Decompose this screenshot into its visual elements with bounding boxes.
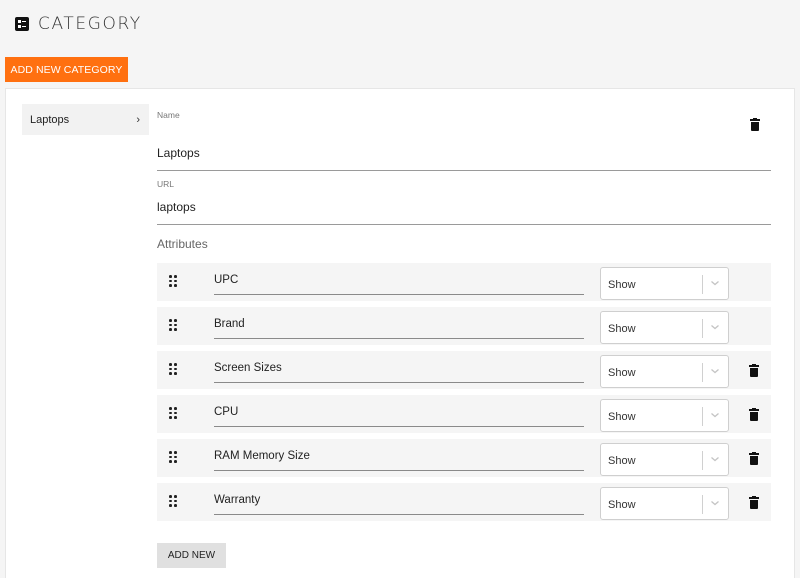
drag-handle-icon[interactable]	[169, 451, 177, 463]
attribute-row: Show	[157, 307, 771, 345]
chevron-down-icon	[711, 369, 719, 374]
delete-attribute-icon[interactable]	[749, 408, 759, 421]
attribute-name-field[interactable]	[214, 263, 584, 295]
drag-handle-icon[interactable]	[169, 275, 177, 287]
attribute-name-field[interactable]	[214, 483, 584, 515]
visibility-value: Show	[608, 455, 636, 467]
attribute-name-field[interactable]	[214, 351, 584, 383]
add-new-attribute-button[interactable]: ADD NEW	[157, 543, 226, 568]
select-divider	[702, 495, 703, 514]
delete-attribute-icon[interactable]	[749, 364, 759, 377]
chevron-down-icon	[711, 325, 719, 330]
attribute-row: Show	[157, 395, 771, 433]
category-list: Laptops ›	[22, 104, 149, 135]
category-panel: Laptops › Name URL Attributes Show Show Sh…	[5, 88, 795, 578]
visibility-select[interactable]: Show	[600, 487, 729, 520]
add-new-category-button[interactable]: ADD NEW CATEGORY	[5, 57, 128, 82]
name-field[interactable]	[157, 146, 771, 171]
delete-attribute-icon[interactable]	[749, 496, 759, 509]
attribute-row: Show	[157, 351, 771, 389]
category-item-laptops[interactable]: Laptops ›	[22, 104, 149, 135]
select-divider	[702, 363, 703, 382]
page-header: CATEGORY	[15, 14, 142, 34]
name-label: Name	[157, 110, 180, 120]
visibility-value: Show	[608, 499, 636, 511]
attribute-name-field[interactable]	[214, 395, 584, 427]
visibility-select[interactable]: Show	[600, 443, 729, 476]
page-title: CATEGORY	[38, 14, 142, 34]
select-divider	[702, 275, 703, 294]
attribute-row: Show	[157, 483, 771, 521]
chevron-down-icon	[711, 281, 719, 286]
drag-handle-icon[interactable]	[169, 495, 177, 507]
select-divider	[702, 319, 703, 338]
visibility-value: Show	[608, 323, 636, 335]
visibility-select[interactable]: Show	[600, 355, 729, 388]
select-divider	[702, 407, 703, 426]
drag-handle-icon[interactable]	[169, 407, 177, 419]
attribute-row: Show	[157, 263, 771, 301]
attributes-heading: Attributes	[157, 237, 208, 251]
category-list-icon	[15, 17, 29, 31]
delete-category-icon[interactable]	[750, 118, 760, 131]
visibility-value: Show	[608, 411, 636, 423]
chevron-down-icon	[711, 457, 719, 462]
url-field[interactable]	[157, 200, 771, 225]
attribute-name-field[interactable]	[214, 439, 584, 471]
delete-attribute-icon[interactable]	[749, 452, 759, 465]
visibility-select[interactable]: Show	[600, 267, 729, 300]
visibility-select[interactable]: Show	[600, 399, 729, 432]
visibility-value: Show	[608, 279, 636, 291]
category-item-label: Laptops	[30, 113, 70, 126]
attribute-row: Show	[157, 439, 771, 477]
visibility-select[interactable]: Show	[600, 311, 729, 344]
drag-handle-icon[interactable]	[169, 363, 177, 375]
chevron-down-icon	[711, 501, 719, 506]
chevron-right-icon: ›	[136, 113, 140, 126]
select-divider	[702, 451, 703, 470]
visibility-value: Show	[608, 367, 636, 379]
attribute-name-field[interactable]	[214, 307, 584, 339]
url-label: URL	[157, 179, 175, 189]
chevron-down-icon	[711, 413, 719, 418]
drag-handle-icon[interactable]	[169, 319, 177, 331]
